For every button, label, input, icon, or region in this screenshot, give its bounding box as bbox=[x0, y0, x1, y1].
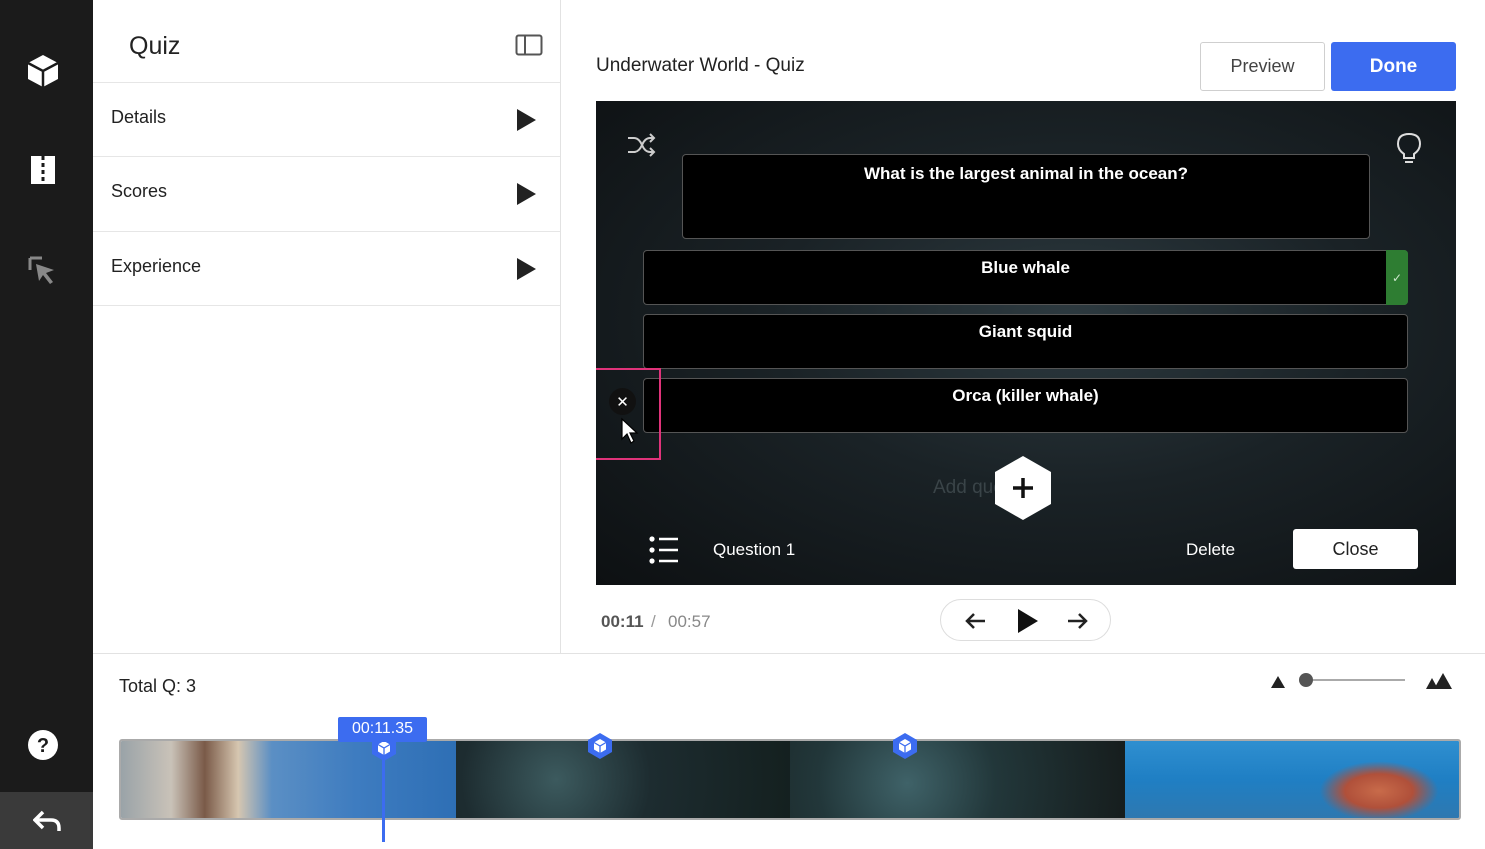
svg-text:?: ? bbox=[37, 735, 49, 757]
zoom-slider[interactable] bbox=[1305, 679, 1405, 681]
answer-text: Blue whale bbox=[981, 258, 1070, 277]
question-marker-icon[interactable] bbox=[587, 732, 613, 760]
answer-option[interactable]: Blue whale ✓ bbox=[643, 250, 1408, 305]
settings-panel: Quiz Details Scores Experience bbox=[93, 0, 561, 653]
expand-arrow-icon[interactable] bbox=[517, 109, 536, 131]
left-rail: ? bbox=[0, 0, 93, 849]
answer-text: Orca (killer whale) bbox=[952, 386, 1099, 405]
time-separator: / bbox=[651, 612, 656, 631]
question-marker-icon[interactable] bbox=[892, 732, 918, 760]
section-label: Experience bbox=[111, 256, 202, 276]
playback-controls bbox=[940, 599, 1111, 641]
filmstrip-frame bbox=[455, 741, 790, 818]
section-label: Scores bbox=[111, 181, 168, 201]
close-button[interactable]: Close bbox=[1293, 529, 1418, 569]
panel-title: Quiz bbox=[129, 32, 181, 60]
question-number-label: Question 1 bbox=[713, 540, 796, 559]
add-question-button[interactable] bbox=[992, 454, 1054, 522]
lightbulb-icon[interactable] bbox=[1394, 131, 1424, 165]
filmstrip-frame bbox=[1124, 741, 1459, 818]
expand-arrow-icon[interactable] bbox=[517, 183, 536, 205]
delete-button[interactable]: Delete bbox=[1186, 540, 1235, 560]
divider bbox=[93, 653, 1485, 654]
zoom-slider-handle[interactable] bbox=[1299, 673, 1313, 687]
shuffle-icon[interactable] bbox=[626, 133, 656, 157]
play-icon[interactable] bbox=[1014, 608, 1040, 634]
answer-option[interactable]: Giant squid bbox=[643, 314, 1408, 369]
cube-icon[interactable] bbox=[24, 52, 62, 90]
preview-button[interactable]: Preview bbox=[1200, 42, 1325, 91]
correct-check-icon[interactable]: ✓ bbox=[1386, 250, 1408, 305]
arrow-left-icon[interactable] bbox=[963, 608, 989, 634]
video-title: Underwater World - Quiz bbox=[596, 55, 805, 76]
question-list-icon[interactable] bbox=[648, 535, 680, 565]
cursor-click-icon[interactable] bbox=[24, 252, 62, 290]
current-time: 00:11 bbox=[601, 612, 644, 631]
answer-option[interactable]: Orca (killer whale) bbox=[643, 378, 1408, 433]
quiz-stage: What is the largest animal in the ocean?… bbox=[596, 101, 1456, 585]
total-questions: Total Q: 3 bbox=[119, 676, 197, 696]
expand-arrow-icon[interactable] bbox=[517, 258, 536, 280]
undo-icon[interactable] bbox=[0, 792, 93, 849]
section-scores[interactable]: Scores bbox=[93, 156, 560, 231]
help-icon[interactable]: ? bbox=[24, 726, 62, 764]
remove-answer-icon[interactable]: ✕ bbox=[609, 388, 636, 415]
book-icon[interactable] bbox=[24, 151, 62, 189]
answer-text: Giant squid bbox=[978, 322, 1073, 341]
highlight-box bbox=[596, 368, 661, 460]
section-label: Details bbox=[111, 107, 167, 127]
done-button[interactable]: Done bbox=[1331, 42, 1456, 91]
playhead-time-label: 00:11.35 bbox=[338, 717, 427, 742]
total-time: 00:57 bbox=[668, 612, 711, 631]
filmstrip-frame bbox=[121, 741, 456, 818]
video-filmstrip[interactable] bbox=[119, 739, 1461, 820]
zoom-in-icon[interactable] bbox=[1426, 672, 1454, 690]
section-details[interactable]: Details bbox=[93, 82, 560, 157]
section-experience[interactable]: Experience bbox=[93, 231, 560, 306]
panel-toggle-icon[interactable] bbox=[515, 34, 543, 56]
arrow-right-icon[interactable] bbox=[1064, 608, 1090, 634]
filmstrip-frame bbox=[790, 741, 1125, 818]
zoom-out-icon[interactable] bbox=[1271, 676, 1285, 688]
mouse-pointer-icon bbox=[620, 417, 640, 445]
question-field[interactable]: What is the largest animal in the ocean? bbox=[682, 154, 1370, 239]
